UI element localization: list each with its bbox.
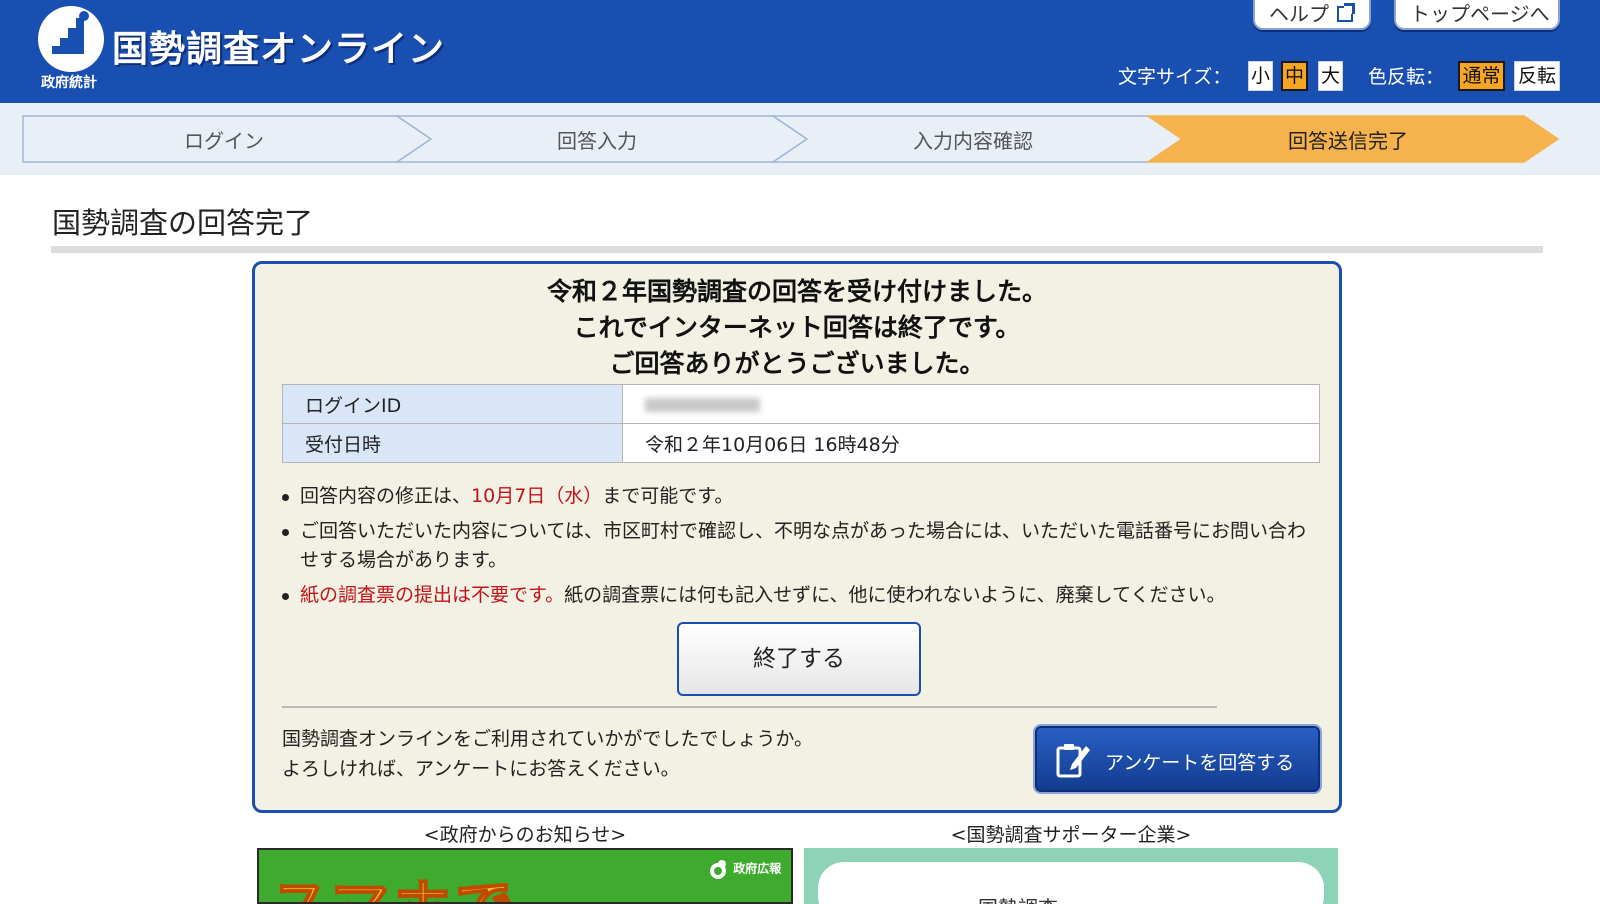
survey-prompt-line2: よろしければ、アンケートにお答えください。 (282, 758, 680, 780)
supporter-label: <国勢調査サポーター企業> (950, 824, 1192, 846)
step-login: ログイン (184, 129, 264, 153)
supporter-banner[interactable]: 国勢調査 (804, 848, 1338, 904)
page-title: 国勢調査の回答完了 (52, 206, 314, 240)
color-mode-invert[interactable]: 反転 (1514, 61, 1560, 91)
step-complete: 回答送信完了 (1288, 129, 1408, 153)
external-link-icon (1337, 3, 1355, 22)
completion-message-line2: これでインターネット回答は終了です。 (573, 313, 1021, 342)
note-text: 回答内容の修正は、 (300, 485, 472, 507)
progress-steps: ログイン 回答入力 入力内容確認 回答送信完了 (0, 103, 1600, 175)
redacted-login-id (645, 397, 760, 412)
list-item: 紙の調査票の提出は不要です。紙の調査票には何も記入せずに、他に使われないように、… (282, 581, 1322, 610)
section-divider (282, 706, 1217, 708)
gov-pr-badge: 政府広報 (707, 858, 781, 880)
site-logo-icon[interactable] (38, 6, 104, 72)
site-title[interactable]: 国勢調査オンライン (112, 20, 445, 72)
survey-button-label: アンケートを回答する (1105, 752, 1295, 774)
top-page-button[interactable]: トップページへ (1394, 0, 1560, 30)
gov-notice-banner[interactable]: スマホで 政府広報 (257, 848, 793, 904)
login-id-label: ログインID (282, 384, 623, 424)
notes-list: 回答内容の修正は、10月7日（水）まで可能です。 ご回答いただいた内容については… (282, 482, 1322, 616)
banner-right-text: 国勢調査 (978, 892, 1058, 904)
gov-pr-logo-icon (710, 860, 726, 879)
step-answer-input: 回答入力 (557, 129, 637, 153)
note-text: まで可能です。 (602, 485, 734, 507)
completion-message-line1: 令和２年国勢調査の回答を受け付けました。 (546, 277, 1047, 306)
paper-not-required-notice: 紙の調査票の提出は不要です。 (300, 584, 565, 606)
note-text: ご回答いただいた内容については、市区町村で確認し、不明な点があった場合には、いた… (300, 520, 1307, 571)
end-button[interactable]: 終了する (677, 622, 921, 696)
list-item: ご回答いただいた内容については、市区町村で確認し、不明な点があった場合には、いた… (282, 517, 1322, 575)
clipboard-pen-icon (1056, 744, 1090, 778)
edit-deadline: 10月7日（水） (471, 485, 603, 507)
font-size-small[interactable]: 小 (1248, 61, 1273, 91)
font-size-medium[interactable]: 中 (1281, 61, 1308, 91)
help-button-label: ヘルプ (1269, 2, 1329, 26)
banner-left-text: スマホで (270, 860, 517, 902)
site-header: 国勢調査オンライン 政府統計 ヘルプ トップページへ 文字サイズ： 小 中 大 … (0, 0, 1600, 103)
received-datetime-value: 令和２年10月06日 16時48分 (622, 423, 1320, 463)
completion-message-line3: ご回答ありがとうございました。 (609, 349, 985, 378)
survey-prompt-line1: 国勢調査オンラインをご利用されていかがでしたでしょうか。 (282, 728, 814, 750)
received-datetime-label: 受付日時 (282, 423, 623, 463)
supporter-banner-inner: 国勢調査 (818, 862, 1324, 904)
receipt-info-table: ログインID 受付日時 令和２年10月06日 16時48分 (282, 384, 1320, 463)
color-mode-normal[interactable]: 通常 (1458, 61, 1505, 91)
gov-notice-label: <政府からのお知らせ> (423, 824, 627, 846)
table-row: 受付日時 令和２年10月06日 16時48分 (282, 423, 1320, 463)
login-id-value (622, 384, 1320, 424)
table-row: ログインID (282, 384, 1320, 424)
survey-prompt: 国勢調査オンラインをご利用されていかがでしたでしょうか。 よろしければ、アンケー… (282, 724, 813, 784)
help-button[interactable]: ヘルプ (1253, 0, 1371, 30)
site-subtitle: 政府統計 (41, 75, 97, 91)
font-size-label: 文字サイズ： (1118, 66, 1232, 88)
survey-button[interactable]: アンケートを回答する (1035, 726, 1320, 792)
color-invert-label: 色反転： (1368, 66, 1445, 88)
title-divider (51, 246, 1543, 253)
font-size-large[interactable]: 大 (1318, 61, 1343, 91)
gov-pr-badge-label: 政府広報 (733, 861, 782, 876)
note-text: 紙の調査票には何も記入せずに、他に使われないように、廃棄してください。 (564, 584, 1226, 606)
list-item: 回答内容の修正は、10月7日（水）まで可能です。 (282, 482, 1322, 511)
step-confirm: 入力内容確認 (913, 129, 1033, 153)
completion-panel: 令和２年国勢調査の回答を受け付けました。 これでインターネット回答は終了です。 … (252, 261, 1342, 813)
